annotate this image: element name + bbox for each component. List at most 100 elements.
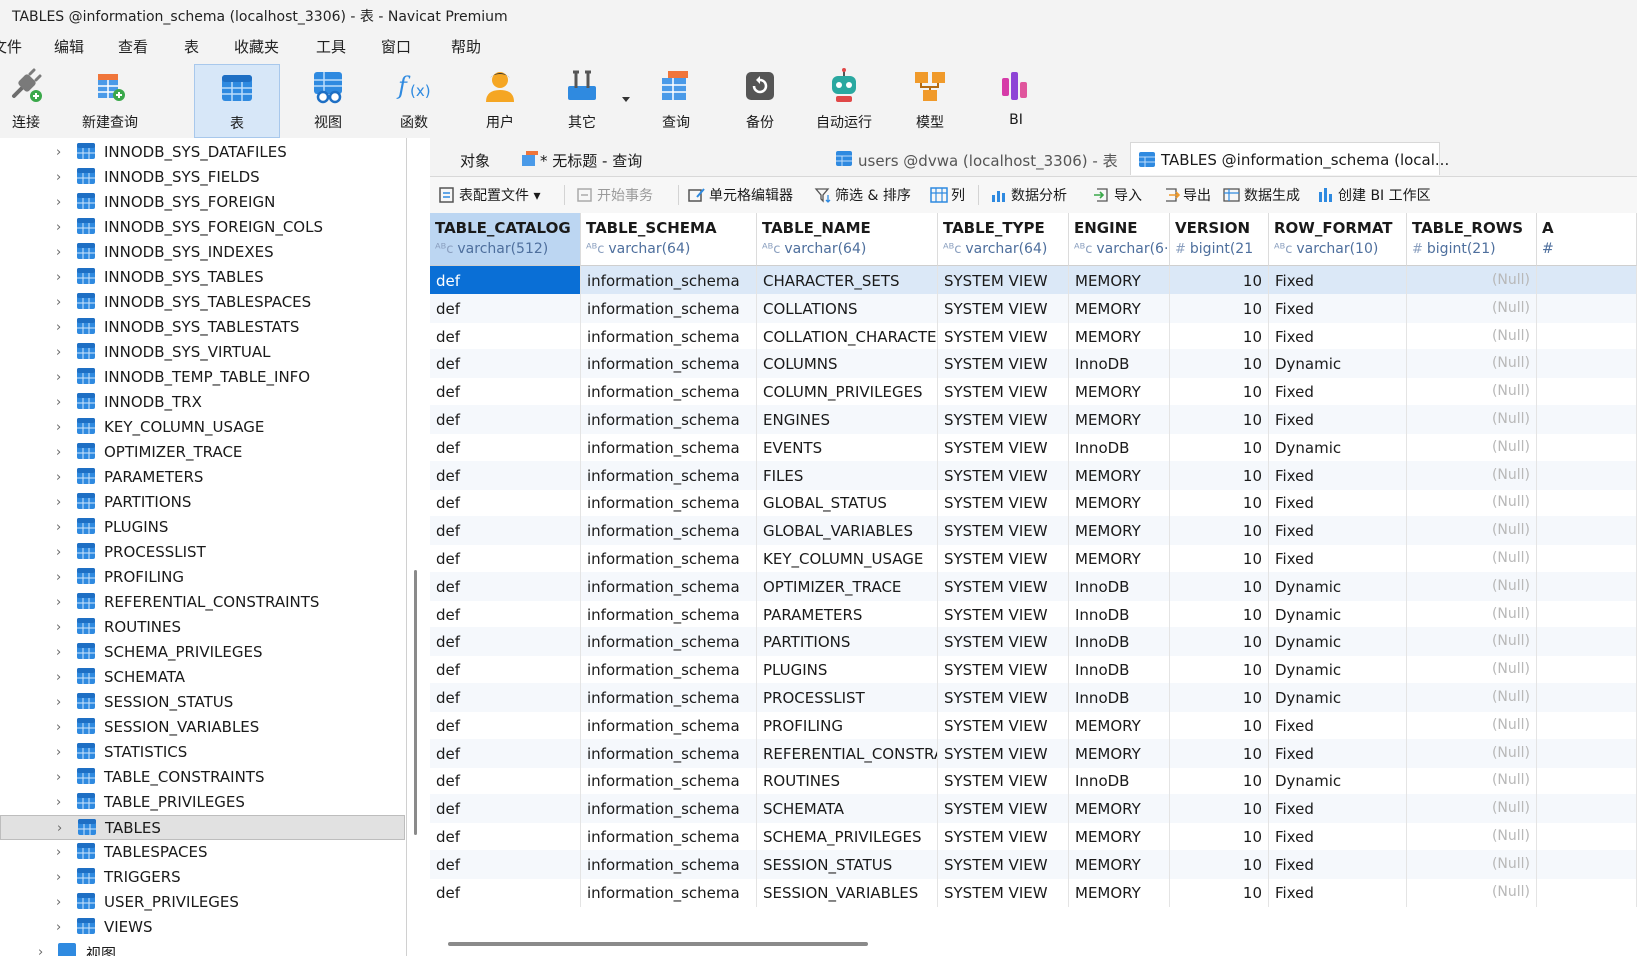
table-cell[interactable]: InnoDB bbox=[1069, 766, 1170, 796]
table-cell[interactable]: COLLATIONS bbox=[757, 293, 938, 323]
table-row[interactable]: def information_schema ENGINES SYSTEM VIEW M… bbox=[430, 405, 1637, 434]
tree-item[interactable]: › SCHEMATA bbox=[0, 665, 404, 690]
table-cell[interactable]: MEMORY bbox=[1069, 405, 1170, 434]
table-cell[interactable]: SYSTEM VIEW bbox=[938, 794, 1069, 824]
tree-item[interactable]: › INNODB_SYS_FIELDS bbox=[0, 165, 404, 190]
table-cell[interactable]: SYSTEM VIEW bbox=[938, 655, 1069, 685]
table-cell[interactable] bbox=[1537, 460, 1637, 490]
table-cell[interactable]: information_schema bbox=[581, 405, 757, 434]
chevron-right-icon[interactable]: › bbox=[57, 822, 62, 835]
table-cell[interactable]: Fixed bbox=[1269, 544, 1407, 573]
null-cell[interactable]: (Null) bbox=[1407, 293, 1537, 323]
menu-help[interactable]: 帮助 bbox=[451, 36, 481, 57]
table-cell[interactable]: SYSTEM VIEW bbox=[938, 293, 1069, 323]
tree-item[interactable]: › PROFILING bbox=[0, 565, 404, 590]
table-cell[interactable]: 10 bbox=[1170, 738, 1269, 768]
table-cell[interactable]: def bbox=[430, 822, 581, 851]
table-cell[interactable]: SYSTEM VIEW bbox=[938, 683, 1069, 712]
table-row[interactable]: def information_schema COLLATION_CHARACTE S… bbox=[430, 321, 1637, 351]
table-cell[interactable]: SYSTEM VIEW bbox=[938, 571, 1069, 601]
table-cell[interactable]: Fixed bbox=[1269, 377, 1407, 407]
automation-button[interactable]: 自动运行 bbox=[808, 64, 880, 138]
table-cell[interactable]: KEY_COLUMN_USAGE bbox=[757, 544, 938, 573]
tree-item[interactable]: › INNODB_SYS_INDEXES bbox=[0, 240, 404, 265]
table-cell[interactable]: MEMORY bbox=[1069, 544, 1170, 573]
table-cell[interactable]: information_schema bbox=[581, 627, 757, 657]
connect-button[interactable]: 连接 bbox=[0, 64, 52, 138]
table-cell[interactable]: MEMORY bbox=[1069, 710, 1170, 740]
menu-file[interactable]: 文件 bbox=[0, 36, 22, 57]
chevron-right-icon[interactable]: › bbox=[56, 346, 61, 359]
tab-tables[interactable]: TABLES @information_schema (local... bbox=[1130, 142, 1449, 175]
table-cell[interactable] bbox=[1537, 405, 1637, 434]
table-cell[interactable] bbox=[1537, 599, 1637, 629]
table-row[interactable]: def information_schema SESSION_STATUS SYSTE… bbox=[430, 849, 1637, 879]
chevron-right-icon[interactable]: › bbox=[56, 596, 61, 609]
chevron-right-icon[interactable]: › bbox=[56, 546, 61, 559]
chevron-right-icon[interactable]: › bbox=[56, 646, 61, 659]
backup-button[interactable]: 备份 bbox=[728, 64, 792, 138]
table-cell[interactable]: 10 bbox=[1170, 766, 1269, 796]
table-cell[interactable]: Dynamic bbox=[1269, 627, 1407, 657]
table-cell[interactable]: def bbox=[430, 877, 581, 907]
table-cell[interactable]: def bbox=[430, 544, 581, 573]
table-cell[interactable]: information_schema bbox=[581, 293, 757, 323]
table-cell[interactable]: Fixed bbox=[1269, 710, 1407, 740]
column-header[interactable]: A # bbox=[1537, 213, 1637, 266]
table-cell[interactable]: InnoDB bbox=[1069, 349, 1170, 379]
table-cell[interactable]: MEMORY bbox=[1069, 321, 1170, 351]
table-cell[interactable]: information_schema bbox=[581, 710, 757, 740]
table-cell[interactable]: SYSTEM VIEW bbox=[938, 432, 1069, 462]
tree-item[interactable]: › INNODB_SYS_FOREIGN bbox=[0, 190, 404, 215]
table-cell[interactable]: 10 bbox=[1170, 377, 1269, 407]
tree-item[interactable]: › TABLESPACES bbox=[0, 840, 404, 865]
import-button[interactable]: 导入 bbox=[1093, 185, 1142, 205]
cell-editor-button[interactable]: 单元格编辑器 bbox=[688, 185, 793, 205]
table-cell[interactable]: def bbox=[430, 405, 581, 434]
null-cell[interactable]: (Null) bbox=[1407, 599, 1537, 629]
table-cell[interactable] bbox=[1537, 822, 1637, 851]
tree-item[interactable]: › STATISTICS bbox=[0, 740, 404, 765]
table-cell[interactable]: information_schema bbox=[581, 877, 757, 907]
table-cell[interactable]: SCHEMATA bbox=[757, 794, 938, 824]
table-cell[interactable]: MEMORY bbox=[1069, 516, 1170, 546]
table-cell[interactable]: PARTITIONS bbox=[757, 627, 938, 657]
null-cell[interactable]: (Null) bbox=[1407, 377, 1537, 407]
table-cell[interactable]: Dynamic bbox=[1269, 655, 1407, 685]
table-cell[interactable]: ENGINES bbox=[757, 405, 938, 434]
menu-view[interactable]: 查看 bbox=[118, 36, 148, 57]
filter-sort-button[interactable]: 筛选 & 排序 bbox=[814, 185, 911, 205]
null-cell[interactable]: (Null) bbox=[1407, 655, 1537, 685]
table-row[interactable]: def information_schema COLLATIONS SYSTEM VI… bbox=[430, 293, 1637, 323]
table-cell[interactable]: 10 bbox=[1170, 432, 1269, 462]
table-cell[interactable]: 10 bbox=[1170, 655, 1269, 685]
table-cell[interactable]: SYSTEM VIEW bbox=[938, 405, 1069, 434]
chevron-right-icon[interactable]: › bbox=[56, 921, 61, 934]
table-cell[interactable]: SYSTEM VIEW bbox=[938, 599, 1069, 629]
column-header[interactable]: VERSION # bigint(21 bbox=[1170, 213, 1269, 266]
table-row[interactable]: def information_schema CHARACTER_SETS SYSTE… bbox=[430, 266, 1637, 295]
table-cell[interactable]: SYSTEM VIEW bbox=[938, 544, 1069, 573]
tree-item[interactable]: › KEY_COLUMN_USAGE bbox=[0, 415, 404, 440]
table-cell[interactable]: information_schema bbox=[581, 794, 757, 824]
tree-item[interactable]: › PARAMETERS bbox=[0, 465, 404, 490]
table-cell[interactable]: 10 bbox=[1170, 710, 1269, 740]
chevron-right-icon[interactable]: › bbox=[38, 946, 43, 956]
others-button[interactable]: 其它 bbox=[550, 64, 614, 138]
function-button[interactable]: f (x) 函数 bbox=[382, 64, 446, 138]
tree-item[interactable]: › VIEWS bbox=[0, 915, 404, 940]
table-cell[interactable]: 10 bbox=[1170, 877, 1269, 907]
chevron-right-icon[interactable]: › bbox=[56, 296, 61, 309]
table-cell[interactable]: 10 bbox=[1170, 460, 1269, 490]
table-cell[interactable]: 10 bbox=[1170, 349, 1269, 379]
table-cell[interactable]: def bbox=[430, 710, 581, 740]
tree-item[interactable]: › INNODB_SYS_TABLESPACES bbox=[0, 290, 404, 315]
null-cell[interactable]: (Null) bbox=[1407, 683, 1537, 712]
table-row[interactable]: def information_schema PROCESSLIST SYSTEM V… bbox=[430, 683, 1637, 712]
tree-item[interactable]: › TABLE_PRIVILEGES bbox=[0, 790, 404, 815]
table-cell[interactable]: COLLATION_CHARACTE bbox=[757, 321, 938, 351]
null-cell[interactable]: (Null) bbox=[1407, 794, 1537, 824]
table-cell[interactable]: 10 bbox=[1170, 544, 1269, 573]
table-row[interactable]: def information_schema GLOBAL_STATUS SYSTEM… bbox=[430, 488, 1637, 518]
table-cell[interactable]: def bbox=[430, 293, 581, 323]
